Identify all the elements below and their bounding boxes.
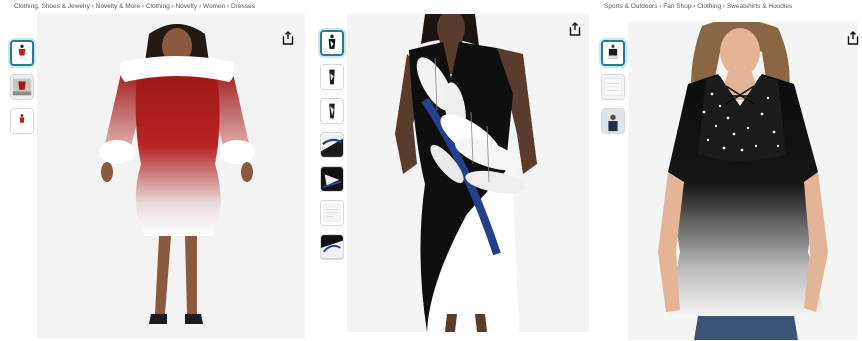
dress-illustration xyxy=(37,14,305,339)
breadcrumb[interactable]: Sports & Outdoors › Fan Shop › Clothing … xyxy=(604,3,792,10)
main-product-image[interactable] xyxy=(37,14,305,339)
thumbnail-7[interactable] xyxy=(320,234,344,260)
thumbnail-6[interactable] xyxy=(320,200,344,226)
share-icon[interactable] xyxy=(568,22,582,36)
thumbnail-3[interactable] xyxy=(601,108,625,134)
thumbnail-5[interactable] xyxy=(320,166,344,192)
thumbnail-2[interactable] xyxy=(601,74,625,100)
thumbnail-3[interactable] xyxy=(320,98,344,124)
thumbnail-list xyxy=(601,40,625,142)
thumbnail-list xyxy=(10,40,34,142)
thumbnail-4[interactable] xyxy=(320,132,344,158)
share-icon[interactable] xyxy=(281,31,295,45)
breadcrumb[interactable]: Clothing, Shoes & Jewelry › Novelty & Mo… xyxy=(14,3,255,10)
dress-illustration xyxy=(347,14,589,332)
thumbnail-1[interactable] xyxy=(601,40,625,66)
main-product-image[interactable] xyxy=(347,14,589,332)
thumbnail-1[interactable] xyxy=(10,40,34,66)
thumbnail-list xyxy=(320,30,344,268)
thumbnail-2[interactable] xyxy=(10,74,34,100)
main-product-image[interactable] xyxy=(628,22,858,340)
thumbnail-1[interactable] xyxy=(320,30,344,56)
top-illustration xyxy=(628,22,858,340)
share-icon[interactable] xyxy=(846,31,860,45)
thumbnail-3[interactable] xyxy=(10,108,34,134)
thumbnail-2[interactable] xyxy=(320,64,344,90)
